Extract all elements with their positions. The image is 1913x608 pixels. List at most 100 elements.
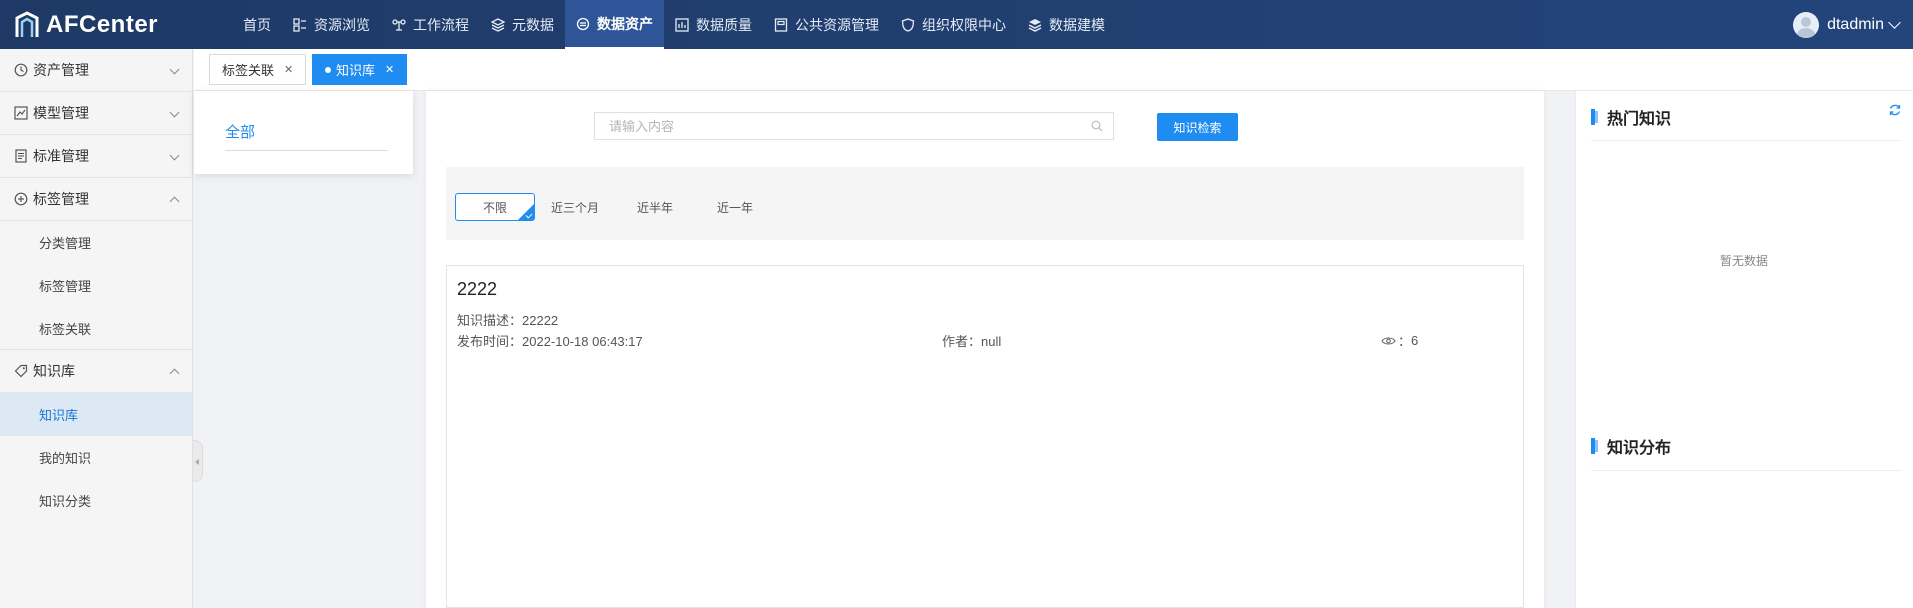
nav-public-resources[interactable]: 公共资源管理 xyxy=(763,0,890,49)
layers-icon xyxy=(491,17,505,32)
empty-state: 暂无数据 xyxy=(1720,254,1769,268)
asset-icon xyxy=(576,17,590,31)
nav-data-modeling[interactable]: 数据建模 xyxy=(1017,0,1116,49)
section-marker-icon xyxy=(1591,438,1598,454)
user-menu[interactable]: dtadmin xyxy=(1793,0,1901,49)
chevron-up-icon xyxy=(169,368,180,379)
nav-workflow-label: 工作流程 xyxy=(413,16,469,33)
filter-unlimited[interactable]: 不限 xyxy=(455,193,535,221)
author-value: null xyxy=(981,334,1002,349)
desc-value: 22222 xyxy=(522,313,559,328)
time-value: 2022-10-18 06:43:17 xyxy=(522,334,643,349)
tab-knowledge-base[interactable]: 知识库 ✕ xyxy=(312,54,408,85)
plus-circle-icon xyxy=(14,192,28,206)
nav-home[interactable]: 首页 xyxy=(232,0,282,49)
sidebar: 资产管理 模型管理 标准管理 标签管理 分类管理 标签管理 标签关联 知识库 知… xyxy=(0,49,193,608)
nav-resource-browse[interactable]: 资源浏览 xyxy=(282,0,381,49)
hot-knowledge-header: 热门知识 xyxy=(1591,105,1671,129)
knowledge-description: 知识描述：22222 xyxy=(457,310,558,329)
tab-bar: 标签关联 ✕ 知识库 ✕ xyxy=(194,49,1913,91)
desc-label: 知识描述： xyxy=(457,313,523,328)
nav-data-modeling-label: 数据建模 xyxy=(1049,16,1105,33)
author: 作者：null xyxy=(942,331,1001,350)
nav-workflow[interactable]: 工作流程 xyxy=(381,0,480,49)
sidebar-item-knowledge-category[interactable]: 知识分类 xyxy=(0,479,192,522)
top-navbar: AFCenter 首页 资源浏览 工作流程 元数据 数据资产 数据质量 公共资源… xyxy=(0,0,1913,49)
nav-home-label: 首页 xyxy=(243,16,271,33)
author-label: 作者： xyxy=(942,334,982,349)
sidebar-collapse-handle[interactable] xyxy=(193,440,203,482)
main-nav: 首页 资源浏览 工作流程 元数据 数据资产 数据质量 公共资源管理 组织权限中心… xyxy=(232,0,1116,49)
avatar xyxy=(1793,11,1820,38)
nav-data-assets-label: 数据资产 xyxy=(597,15,653,32)
filter-half-year[interactable]: 近半年 xyxy=(615,193,695,221)
hot-knowledge-title: 热门知识 xyxy=(1607,111,1672,128)
knowledge-title[interactable]: 2222 xyxy=(457,279,497,300)
search-box xyxy=(594,112,1114,140)
sidebar-group-model-management[interactable]: 模型管理 xyxy=(0,92,192,135)
sidebar-group-label: 知识库 xyxy=(33,363,75,379)
tab-tag-association[interactable]: 标签关联 ✕ xyxy=(209,54,307,85)
refresh-icon[interactable] xyxy=(1888,103,1902,117)
sidebar-group-label: 标准管理 xyxy=(33,148,89,164)
filter-label: 近三个月 xyxy=(550,200,599,215)
knowledge-distribution-title: 知识分布 xyxy=(1607,440,1672,457)
app-logo[interactable]: AFCenter xyxy=(14,10,158,40)
nav-metadata[interactable]: 元数据 xyxy=(480,0,565,49)
nav-org-permissions-label: 组织权限中心 xyxy=(922,16,1006,33)
filter-three-months[interactable]: 近三个月 xyxy=(535,193,615,221)
chevron-up-icon xyxy=(169,196,180,207)
app-name: AFCenter xyxy=(46,11,159,38)
nav-org-permissions[interactable]: 组织权限中心 xyxy=(890,0,1017,49)
time-label: 发布时间： xyxy=(457,334,523,349)
close-icon[interactable]: ✕ xyxy=(385,63,394,76)
sidebar-group-knowledge-base[interactable]: 知识库 xyxy=(0,350,192,393)
sidebar-group-standard-management[interactable]: 标准管理 xyxy=(0,135,192,178)
chart-icon xyxy=(14,106,28,120)
nav-data-quality-label: 数据质量 xyxy=(696,16,752,33)
section-marker-icon xyxy=(1591,109,1598,125)
modeling-icon xyxy=(1028,18,1042,32)
chevron-down-icon xyxy=(1888,15,1901,29)
sidebar-item-tag-management[interactable]: 标签管理 xyxy=(0,264,192,307)
filter-label: 近半年 xyxy=(636,200,673,215)
check-icon xyxy=(525,211,533,219)
main-content: 知识检索 不限 近三个月 近半年 近一年 2222 知识描述：22222 发布时… xyxy=(426,91,1544,608)
nav-public-resources-label: 公共资源管理 xyxy=(795,16,879,33)
knowledge-distribution-header: 知识分布 xyxy=(1591,434,1671,458)
close-icon[interactable]: ✕ xyxy=(284,63,293,76)
sidebar-group-asset-management[interactable]: 资产管理 xyxy=(0,49,192,92)
filter-one-year[interactable]: 近一年 xyxy=(695,193,775,221)
sidebar-group-label: 资产管理 xyxy=(33,62,89,78)
eye-icon xyxy=(1381,336,1396,346)
category-all[interactable]: 全部 xyxy=(225,121,255,142)
resource-icon xyxy=(293,17,307,32)
sidebar-group-tag-management[interactable]: 标签管理 xyxy=(0,178,192,221)
category-panel: 全部 xyxy=(194,91,413,174)
active-dot-icon xyxy=(325,66,331,73)
nav-resource-browse-label: 资源浏览 xyxy=(314,16,370,33)
sidebar-group-label: 模型管理 xyxy=(33,105,89,121)
knowledge-card[interactable]: 2222 知识描述：22222 发布时间：2022-10-18 06:43:17… xyxy=(446,265,1524,362)
nav-metadata-label: 元数据 xyxy=(512,16,554,33)
nav-data-assets[interactable]: 数据资产 xyxy=(565,0,664,49)
sidebar-group-label: 标签管理 xyxy=(33,191,89,207)
sidebar-item-knowledge-base[interactable]: 知识库 xyxy=(0,393,192,436)
sidebar-item-category-management[interactable]: 分类管理 xyxy=(0,221,192,264)
tab-label: 知识库 xyxy=(336,63,376,78)
search-input[interactable] xyxy=(609,114,1089,138)
divider xyxy=(1591,470,1901,471)
chevron-down-icon xyxy=(169,64,180,75)
nav-data-quality[interactable]: 数据质量 xyxy=(664,0,763,49)
document-icon xyxy=(14,149,28,163)
divider xyxy=(225,150,388,151)
sidebar-item-tag-association[interactable]: 标签关联 xyxy=(0,307,192,350)
sidebar-item-my-knowledge[interactable]: 我的知识 xyxy=(0,436,192,479)
search-icon[interactable] xyxy=(1091,120,1103,132)
chevron-down-icon xyxy=(169,150,180,161)
right-panel: 热门知识 暂无数据 知识分布 xyxy=(1575,91,1913,608)
divider xyxy=(1591,140,1901,141)
views-value: 6 xyxy=(1411,333,1419,348)
workflow-icon xyxy=(392,18,406,32)
knowledge-search-button[interactable]: 知识检索 xyxy=(1157,113,1238,141)
